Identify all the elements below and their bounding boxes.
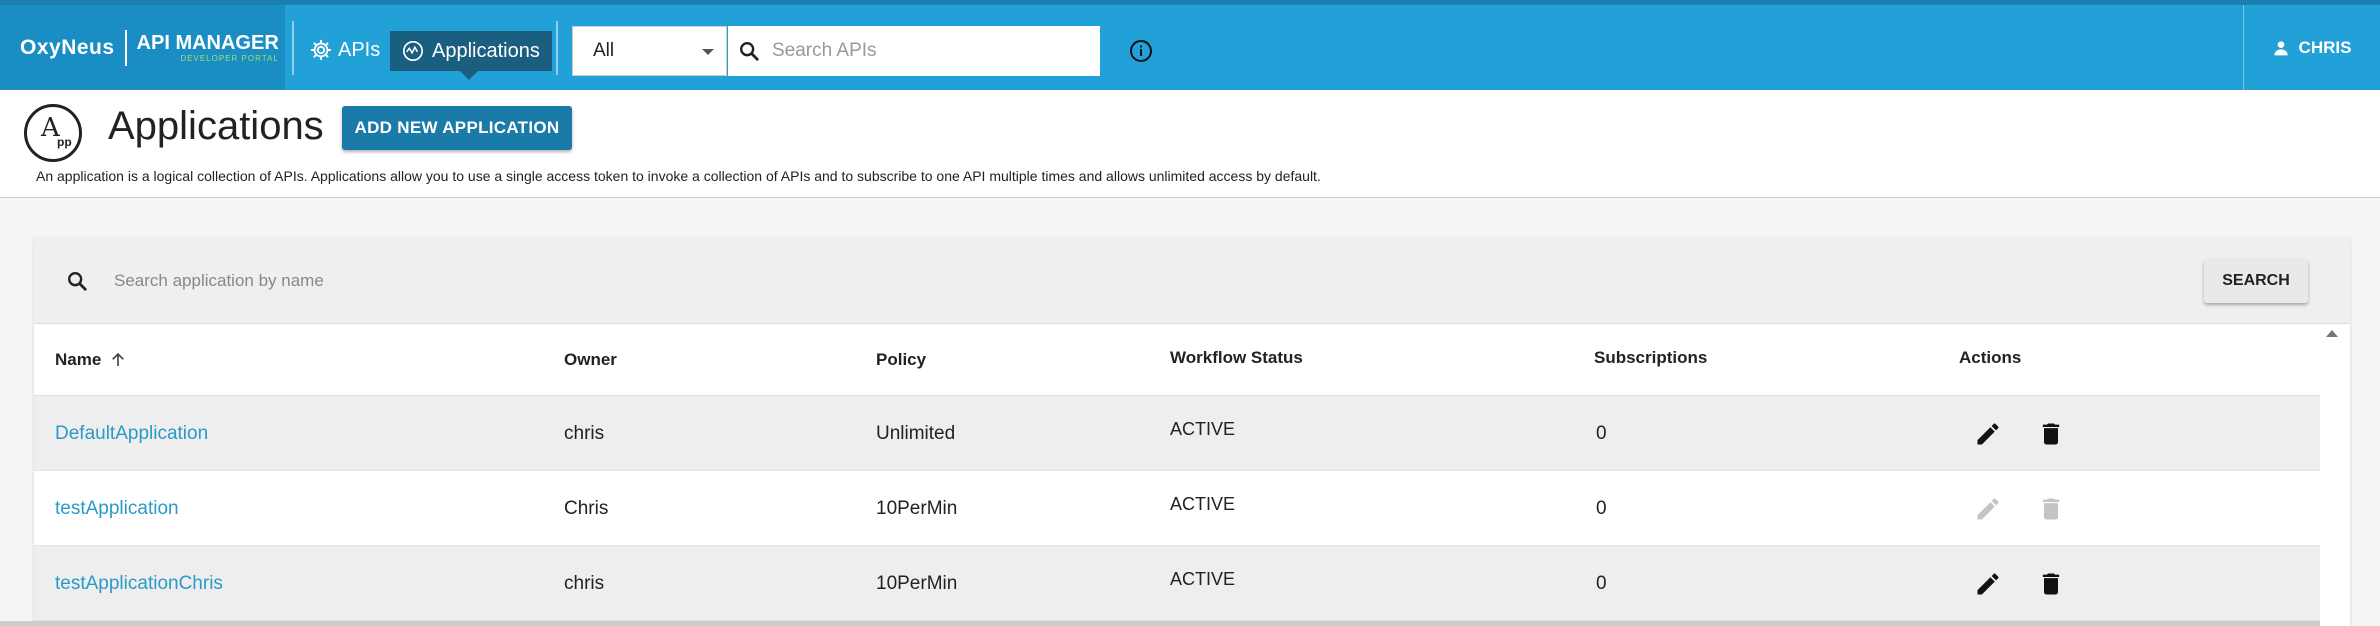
column-header-workflow-status[interactable]: Workflow Status — [1170, 322, 1303, 394]
applications-table: Name Owner Policy Workflow Status Subscr… — [34, 324, 2320, 621]
nav-divider — [292, 21, 294, 75]
trash-icon — [2042, 498, 2060, 520]
nav-applications-link[interactable]: Applications — [390, 31, 552, 80]
subscriptions-cell: 0 — [1596, 422, 1607, 444]
user-name: CHRIS — [2298, 37, 2352, 57]
application-name-link[interactable]: testApplication — [55, 471, 179, 546]
policy-cell: Unlimited — [876, 422, 956, 444]
nav-apis-label: APIs — [338, 38, 381, 61]
subscriptions-cell: 0 — [1596, 572, 1607, 594]
owner-cell: chris — [564, 572, 605, 594]
api-filter-value: All — [593, 40, 615, 61]
gear-icon — [310, 39, 332, 61]
table-row: testApplication Chris 10PerMin ACTIVE 0 — [34, 471, 2320, 546]
product-subtitle-text: DEVELOPER PORTAL — [180, 54, 279, 63]
application-name-link[interactable]: DefaultApplication — [55, 396, 208, 471]
table-row: DefaultApplication chris Unlimited ACTIV… — [34, 396, 2320, 471]
pencil-icon — [1977, 498, 1999, 520]
table-bottom-border — [0, 621, 2320, 626]
page-description: An application is a logical collection o… — [36, 168, 1321, 184]
column-name-label: Name — [55, 350, 102, 369]
owner-cell: chris — [564, 422, 605, 444]
logo-sub: pp — [57, 135, 72, 149]
policy-cell: 10PerMin — [876, 572, 958, 594]
trash-icon[interactable] — [2037, 570, 2065, 598]
brand-logo[interactable]: OxyNeus API MANAGER DEVELOPER PORTAL — [0, 5, 285, 90]
workflow-status-cell: ACTIVE — [1170, 419, 1236, 439]
column-header-name[interactable]: Name — [55, 324, 127, 396]
trash-icon[interactable] — [2037, 420, 2065, 448]
column-header-policy[interactable]: Policy — [876, 324, 926, 396]
column-header-actions: Actions — [1959, 348, 2022, 367]
application-search-input[interactable] — [114, 266, 814, 296]
applications-icon — [403, 41, 423, 61]
logo-divider — [124, 29, 127, 66]
api-search-input[interactable] — [772, 40, 1072, 62]
nav-divider — [556, 21, 558, 75]
active-nav-caret — [460, 71, 478, 80]
search-icon — [68, 272, 87, 291]
info-icon[interactable] — [1129, 39, 1153, 63]
column-header-subscriptions[interactable]: Subscriptions — [1594, 322, 1707, 394]
product-title-text: API MANAGER — [136, 32, 279, 54]
nav-apis-link[interactable]: APIs — [310, 31, 380, 69]
search-button[interactable]: SEARCH — [2204, 259, 2308, 303]
workflow-status-cell: ACTIVE — [1170, 494, 1236, 514]
workflow-status-cell: ACTIVE — [1170, 569, 1236, 589]
arrow-up-icon — [112, 352, 125, 366]
applications-logo-icon: A pp — [24, 104, 82, 162]
pencil-icon[interactable] — [1974, 570, 2002, 598]
page-header: A pp Applications ADD NEW APPLICATION An… — [0, 90, 2380, 198]
product-title: API MANAGER DEVELOPER PORTAL — [137, 32, 279, 63]
user-menu[interactable]: CHRIS — [2243, 5, 2380, 90]
table-row: testApplicationChris chris 10PerMin ACTI… — [34, 546, 2320, 621]
user-icon — [2273, 40, 2288, 55]
top-navigation-bar: OxyNeus API MANAGER DEVELOPER PORTAL API… — [0, 0, 2380, 90]
subscriptions-cell: 0 — [1596, 497, 1607, 519]
application-name-link[interactable]: testApplicationChris — [55, 546, 223, 621]
add-new-application-button[interactable]: ADD NEW APPLICATION — [342, 106, 572, 150]
api-filter-select[interactable]: All — [572, 26, 727, 76]
scrollbar-up-arrow[interactable] — [2326, 330, 2338, 337]
applications-panel: SEARCH Name Owner Policy Workflow Status… — [34, 238, 2350, 626]
nav-applications-label: Applications — [432, 39, 540, 62]
search-icon — [740, 42, 759, 61]
page-title: Applications — [108, 104, 324, 148]
policy-cell: 10PerMin — [876, 497, 958, 519]
api-search-box — [728, 26, 1100, 76]
pencil-icon[interactable] — [1974, 420, 2002, 448]
brand-name: OxyNeus — [20, 35, 115, 59]
application-search-bar: SEARCH — [34, 238, 2350, 324]
table-header: Name Owner Policy Workflow Status Subscr… — [34, 324, 2320, 396]
chevron-down-icon — [702, 49, 714, 55]
column-header-owner[interactable]: Owner — [564, 324, 617, 396]
owner-cell: Chris — [564, 497, 609, 519]
